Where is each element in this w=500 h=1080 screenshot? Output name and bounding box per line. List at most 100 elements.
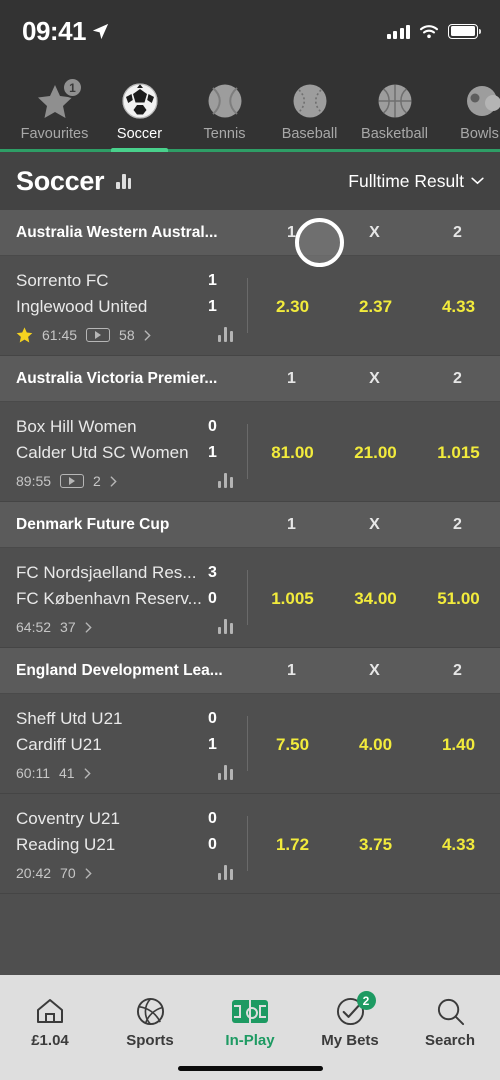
bottom-nav-items: £1.04 Sports In-Play 2 My Bets Search [0, 975, 500, 1066]
chevron-right-icon[interactable] [144, 329, 151, 341]
home-team-score: 1 [208, 272, 217, 289]
market-count: 2 [93, 473, 101, 489]
odds-button-1[interactable]: 1.72 [251, 835, 334, 855]
row-divider [247, 716, 248, 771]
sport-tab-bar[interactable]: 1 Favourites Soccer Tennis Baseball Bask… [0, 62, 500, 152]
odds-button-x[interactable]: 3.75 [334, 835, 417, 855]
sport-tab-label: Basketball [361, 126, 428, 142]
page-header-left: Soccer [16, 166, 132, 197]
match-clock: 20:42 [16, 865, 52, 881]
column-header-x: X [369, 661, 380, 679]
away-team-name: Reading U21 [16, 835, 116, 854]
odds-group[interactable]: 81.00 21.00 1.015 [251, 414, 500, 491]
odds-button-2[interactable]: 51.00 [417, 589, 500, 609]
app-screen: 09:41 1 Favourites Soccer Tennis Basebal… [0, 0, 500, 1080]
nav-item-balance[interactable]: £1.04 [0, 996, 100, 1049]
match-stats-icon[interactable] [218, 865, 234, 880]
chevron-right-icon[interactable] [110, 475, 117, 487]
away-team-line: FC København Reserv... 0 [16, 586, 251, 612]
match-info[interactable]: Coventry U21 0 Reading U21 0 20:42 70 [0, 806, 251, 883]
sport-tab-label: Favourites [20, 126, 89, 142]
chevron-right-icon[interactable] [85, 867, 92, 879]
nav-item-label: In-Play [225, 1032, 275, 1049]
column-header-1: 1 [287, 515, 296, 533]
match-info[interactable]: Box Hill Women 0 Calder Utd SC Women 1 8… [0, 414, 251, 491]
odds-button-x[interactable]: 2.37 [334, 297, 417, 317]
nav-item-in-play[interactable]: In-Play [200, 996, 300, 1049]
row-divider [247, 278, 248, 333]
sport-tab-soccer[interactable]: Soccer [97, 81, 182, 152]
status-bar: 09:41 [0, 0, 500, 62]
home-team-score: 3 [208, 564, 217, 581]
away-team-score: 0 [208, 836, 217, 853]
match-info[interactable]: Sheff Utd U21 0 Cardiff U21 1 60:11 41 [0, 706, 251, 783]
video-stream-icon[interactable] [86, 328, 111, 342]
match-row[interactable]: Sorrento FC 1 Inglewood United 1 61:45 5… [0, 256, 500, 356]
chevron-right-icon[interactable] [84, 767, 91, 779]
sport-tab-bowls[interactable]: Bowls [437, 81, 500, 152]
match-stats-icon[interactable] [218, 619, 234, 634]
odds-button-2[interactable]: 1.015 [417, 443, 500, 463]
sport-tab-basketball[interactable]: Basketball [352, 81, 437, 152]
home-team-score: 0 [208, 710, 217, 727]
odds-button-2[interactable]: 4.33 [417, 835, 500, 855]
odds-button-1[interactable]: 81.00 [251, 443, 334, 463]
market-selector[interactable]: Fulltime Result [348, 171, 484, 192]
match-clock: 61:45 [42, 327, 78, 343]
bowls-icon [466, 86, 500, 116]
sport-tab-favourites[interactable]: 1 Favourites [12, 77, 97, 152]
sport-tab-label: Tennis [203, 126, 246, 142]
odds-group[interactable]: 2.30 2.37 4.33 [251, 268, 500, 345]
nav-item-search[interactable]: Search [400, 996, 500, 1049]
match-row[interactable]: FC Nordsjaelland Res... 3 FC København R… [0, 548, 500, 648]
match-row[interactable]: Coventry U21 0 Reading U21 0 20:42 70 1.… [0, 794, 500, 894]
sport-tab-label: Bowls [460, 126, 499, 142]
odds-group[interactable]: 7.50 4.00 1.40 [251, 706, 500, 783]
odds-group[interactable]: 1.72 3.75 4.33 [251, 806, 500, 883]
favourite-star-icon[interactable] [16, 327, 33, 343]
match-info[interactable]: Sorrento FC 1 Inglewood United 1 61:45 5… [0, 268, 251, 345]
event-list[interactable]: Australia Western Austral... 1 X 2 Sorre… [0, 210, 500, 975]
match-stats-icon[interactable] [218, 327, 234, 342]
tennis-ball-icon [208, 84, 241, 118]
match-stats-icon[interactable] [218, 765, 234, 780]
sport-tab-tennis[interactable]: Tennis [182, 81, 267, 152]
odds-button-x[interactable]: 21.00 [334, 443, 417, 463]
league-header[interactable]: Denmark Future Cup 1 X 2 [0, 502, 500, 548]
cellular-signal-icon [386, 24, 410, 39]
league-header[interactable]: Australia Victoria Premier... 1 X 2 [0, 356, 500, 402]
home-team-name: Sorrento FC [16, 271, 109, 290]
odds-button-2[interactable]: 4.33 [417, 297, 500, 317]
video-stream-icon[interactable] [60, 474, 85, 488]
sport-tab-baseball[interactable]: Baseball [267, 81, 352, 152]
match-row[interactable]: Sheff Utd U21 0 Cardiff U21 1 60:11 41 7… [0, 694, 500, 794]
nav-item-my-bets[interactable]: 2 My Bets [300, 991, 400, 1049]
chevron-right-icon[interactable] [85, 621, 92, 633]
away-team-name: Cardiff U21 [16, 735, 102, 754]
odds-group[interactable]: 1.005 34.00 51.00 [251, 560, 500, 637]
match-row[interactable]: Box Hill Women 0 Calder Utd SC Women 1 8… [0, 402, 500, 502]
home-team-name: Coventry U21 [16, 809, 120, 828]
away-team-score: 1 [208, 298, 217, 315]
odds-button-1[interactable]: 1.005 [251, 589, 334, 609]
away-team-name: FC København Reserv... [16, 589, 202, 608]
column-header-x: X [369, 515, 380, 533]
match-clock: 60:11 [16, 765, 50, 781]
odds-button-x[interactable]: 4.00 [334, 735, 417, 755]
odds-button-1[interactable]: 2.30 [251, 297, 334, 317]
league-header[interactable]: Australia Western Austral... 1 X 2 [0, 210, 500, 256]
match-info[interactable]: FC Nordsjaelland Res... 3 FC København R… [0, 560, 251, 637]
league-header[interactable]: England Development Lea... 1 X 2 [0, 648, 500, 694]
match-stats-icon[interactable] [218, 473, 234, 488]
odds-button-1[interactable]: 7.50 [251, 735, 334, 755]
bar-chart-icon[interactable] [116, 173, 132, 189]
odds-button-x[interactable]: 34.00 [334, 589, 417, 609]
nav-item-label: Search [424, 1032, 476, 1049]
nav-item-sports[interactable]: Sports [100, 996, 200, 1049]
away-team-line: Inglewood United 1 [16, 294, 251, 320]
match-meta: 60:11 41 [16, 763, 251, 783]
odds-button-2[interactable]: 1.40 [417, 735, 500, 755]
favourites-badge: 1 [62, 77, 83, 98]
basketball-icon [378, 84, 411, 118]
league-name: Denmark Future Cup [16, 515, 170, 533]
